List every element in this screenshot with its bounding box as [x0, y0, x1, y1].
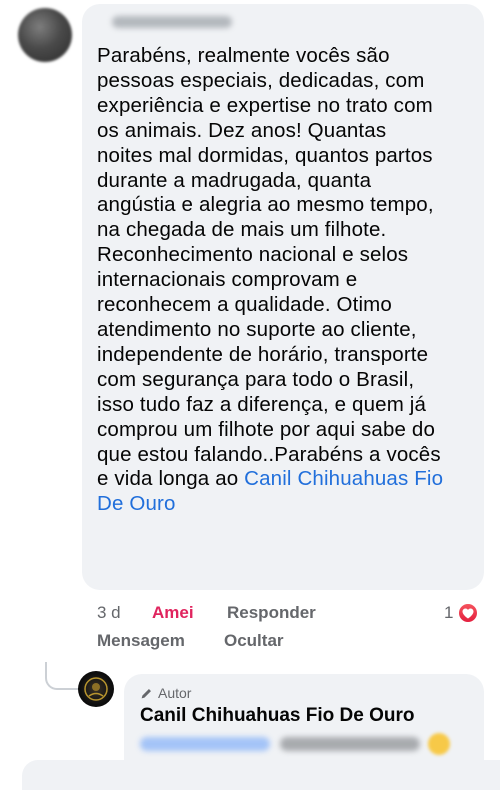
- comment-text: Parabéns, realmente vocês são pessoas es…: [97, 44, 469, 517]
- pencil-icon: [141, 688, 151, 698]
- reply-button[interactable]: Responder: [227, 603, 316, 623]
- comment-actions: 3 d Amei Responder Mensagem Ocultar: [97, 603, 482, 661]
- author-badge-label: Autor: [158, 685, 192, 701]
- next-comment-box: [22, 760, 500, 790]
- page-avatar[interactable]: [78, 671, 114, 707]
- amei-reaction-button[interactable]: Amei: [152, 603, 194, 623]
- heart-icon: [457, 602, 480, 624]
- comment-timestamp[interactable]: 3 d: [97, 603, 121, 623]
- message-button[interactable]: Mensagem: [97, 631, 185, 651]
- hide-button[interactable]: Ocultar: [224, 631, 284, 651]
- thread-connector-line: [45, 662, 82, 690]
- reply-text-blurred: [280, 737, 420, 751]
- reply-mention-blurred: [140, 737, 270, 751]
- comment-body: Parabéns, realmente vocês são pessoas es…: [97, 44, 441, 491]
- emoji-icon: [428, 733, 450, 755]
- reaction-count: 1: [444, 603, 454, 622]
- reply-author-name[interactable]: Canil Chihuahuas Fio De Ouro: [140, 705, 414, 727]
- commenter-name-blurred[interactable]: [112, 16, 232, 28]
- author-badge: Autor: [140, 684, 191, 702]
- reaction-summary[interactable]: 1: [444, 602, 480, 624]
- commenter-avatar[interactable]: [18, 8, 72, 62]
